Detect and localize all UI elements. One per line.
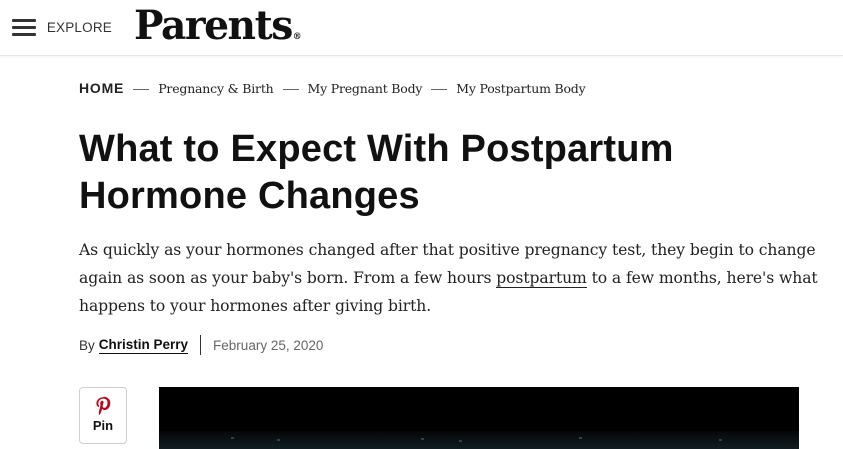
breadcrumb-my-pregnant-body[interactable]: My Pregnant Body: [308, 81, 423, 96]
by-label: By: [79, 337, 95, 353]
breadcrumb-separator: [282, 88, 299, 90]
breadcrumb-my-postpartum-body[interactable]: My Postpartum Body: [456, 81, 585, 96]
hero-image: [159, 387, 799, 449]
hero-light: [719, 439, 722, 441]
breadcrumb-separator: [431, 88, 448, 90]
hero-light: [459, 440, 462, 442]
byline: By Christin Perry February 25, 2020: [79, 335, 323, 355]
pin-label: Pin: [92, 418, 114, 433]
pinterest-share-button[interactable]: Pin: [79, 387, 127, 444]
byline-divider: [200, 335, 202, 355]
logo-text: Parents: [134, 2, 293, 49]
hero-light: [579, 437, 582, 439]
hamburger-icon: [12, 19, 36, 36]
hero-light: [231, 437, 234, 439]
pinterest-icon: [96, 396, 111, 416]
hero-light: [277, 439, 280, 441]
site-logo[interactable]: Parents®: [134, 4, 302, 59]
explore-menu-button[interactable]: EXPLORE: [12, 14, 112, 40]
article-dek: As quickly as your hormones changed afte…: [79, 236, 819, 320]
publish-date: February 25, 2020: [213, 337, 324, 353]
breadcrumb-pregnancy-birth[interactable]: Pregnancy & Birth: [158, 81, 274, 96]
site-header: EXPLORE Parents®: [0, 0, 843, 56]
hero-image-scene: [159, 431, 799, 449]
breadcrumb-separator: [133, 88, 150, 90]
explore-label: EXPLORE: [46, 19, 112, 35]
logo-registered-mark: ®: [292, 32, 302, 42]
postpartum-link[interactable]: postpartum: [496, 269, 587, 288]
article-title: What to Expect With Postpartum Hormone C…: [79, 128, 674, 217]
breadcrumb-home[interactable]: HOME: [79, 80, 124, 96]
pinterest-glyph: [96, 396, 111, 416]
breadcrumb: HOME Pregnancy & Birth My Pregnant Body …: [79, 80, 586, 96]
author-link[interactable]: Christin Perry: [98, 337, 189, 354]
hero-light: [421, 438, 424, 440]
